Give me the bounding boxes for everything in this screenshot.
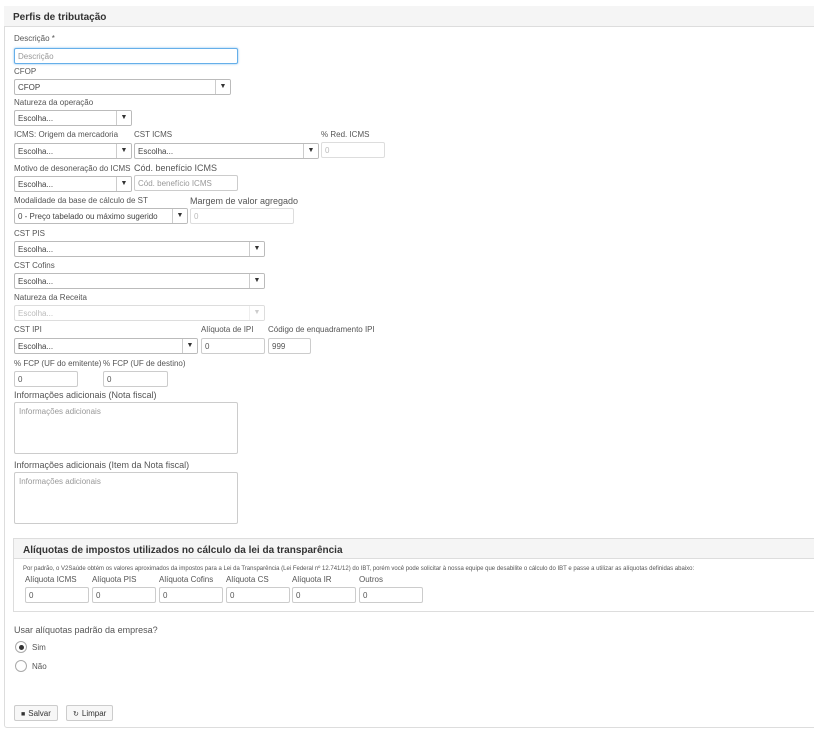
fcp-emitente-input[interactable]: 0 <box>14 371 78 387</box>
floppy-icon: ■ <box>21 711 26 718</box>
caret-down-icon: ▼ <box>249 306 264 320</box>
cst-ipi-select[interactable]: Escolha... ▼ <box>14 338 198 354</box>
icms-origem-label: ICMS: Origem da mercadoria <box>14 130 119 139</box>
clear-button-label: Limpar <box>81 709 107 718</box>
caret-down-icon: ▼ <box>249 274 264 288</box>
icms-origem-select[interactable]: Escolha... ▼ <box>14 143 132 159</box>
info-nota-label: Informações adicionais (Nota fiscal) <box>14 390 157 400</box>
natureza-operacao-value: Escolha... <box>18 114 54 123</box>
aliquota-cofins-label: Alíquota Cofins <box>159 575 214 584</box>
margem-valor-input[interactable]: 0 <box>190 208 294 224</box>
save-button-label: Salvar <box>28 709 51 718</box>
panel-title: Perfis de tributação <box>13 12 107 23</box>
motivo-desoneracao-select[interactable]: Escolha... ▼ <box>14 176 132 192</box>
fcp-destino-input[interactable]: 0 <box>103 371 168 387</box>
icms-origem-value: Escolha... <box>18 147 54 156</box>
aliquota-icms-input[interactable]: 0 <box>25 587 89 603</box>
aliquota-icms-label: Alíquota ICMS <box>25 575 77 584</box>
natureza-operacao-label: Natureza da operação <box>14 98 94 107</box>
caret-down-icon: ▼ <box>303 144 318 158</box>
cod-beneficio-input[interactable]: Cód. benefício ICMS <box>134 175 238 191</box>
aliquota-cofins-input[interactable]: 0 <box>159 587 223 603</box>
aliquotas-padrao-question: Usar alíquotas padrão da empresa? <box>14 625 158 635</box>
cfop-value: CFOP <box>18 83 41 92</box>
transparencia-note: Por padrão, o V2Saúde obtém os valores a… <box>23 566 695 572</box>
refresh-icon: ↻ <box>73 711 79 718</box>
cod-enquadramento-ipi-input[interactable]: 999 <box>268 338 311 354</box>
cst-pis-select[interactable]: Escolha... ▼ <box>14 241 265 257</box>
natureza-operacao-select[interactable]: Escolha... ▼ <box>14 110 132 126</box>
fcp-destino-label: % FCP (UF de destino) <box>103 359 186 368</box>
modalidade-st-select[interactable]: 0 - Preço tabelado ou máximo sugerido ▼ <box>14 208 188 224</box>
info-item-textarea[interactable]: Informações adicionais <box>14 472 238 524</box>
cfop-label: CFOP <box>14 67 37 76</box>
natureza-receita-value: Escolha... <box>18 309 54 318</box>
cod-beneficio-label: Cód. benefício ICMS <box>134 163 218 173</box>
red-icms-input[interactable]: 0 <box>321 142 385 158</box>
aliquota-ir-input[interactable]: 0 <box>292 587 356 603</box>
radio-nao-label: Não <box>32 662 47 671</box>
cst-cofins-label: CST Cofins <box>14 261 55 270</box>
radio-nao[interactable] <box>15 660 27 672</box>
cst-ipi-value: Escolha... <box>18 342 54 351</box>
radio-sim-label: Sim <box>32 643 46 652</box>
caret-down-icon: ▼ <box>215 80 230 94</box>
aliquota-cs-label: Alíquota CS <box>226 575 269 584</box>
aliquota-pis-label: Alíquota PIS <box>92 575 137 584</box>
caret-down-icon: ▼ <box>116 111 131 125</box>
caret-down-icon: ▼ <box>172 209 187 223</box>
caret-down-icon: ▼ <box>116 177 131 191</box>
modalidade-st-label: Modalidade da base de cálculo de ST <box>14 196 148 205</box>
aliquota-pis-input[interactable]: 0 <box>92 587 156 603</box>
transparencia-title: Alíquotas de impostos utilizados no cálc… <box>23 545 343 556</box>
margem-valor-label: Margem de valor agregado <box>190 196 299 206</box>
caret-down-icon: ▼ <box>249 242 264 256</box>
motivo-desoneracao-label: Motivo de desoneração do ICMS <box>14 164 131 173</box>
cst-cofins-select[interactable]: Escolha... ▼ <box>14 273 265 289</box>
motivo-desoneracao-value: Escolha... <box>18 180 54 189</box>
cst-icms-label: CST ICMS <box>134 130 173 139</box>
cst-cofins-value: Escolha... <box>18 277 54 286</box>
descricao-input[interactable]: Descrição <box>14 48 238 64</box>
cst-pis-label: CST PIS <box>14 229 45 238</box>
outros-label: Outros <box>359 575 384 584</box>
natureza-receita-label: Natureza da Receita <box>14 293 87 302</box>
aliquota-ir-label: Alíquota IR <box>292 575 332 584</box>
aliquota-ipi-label: Alíquota de IPI <box>201 325 254 334</box>
fcp-emitente-label: % FCP (UF do emitente) <box>14 359 102 368</box>
cst-icms-value: Escolha... <box>138 147 174 156</box>
info-item-label: Informações adicionais (Item da Nota fis… <box>14 460 190 470</box>
clear-button[interactable]: ↻ Limpar <box>66 705 114 721</box>
caret-down-icon: ▼ <box>116 144 131 158</box>
cst-icms-select[interactable]: Escolha... ▼ <box>134 143 319 159</box>
natureza-receita-select[interactable]: Escolha... ▼ <box>14 305 265 321</box>
red-icms-label: % Red. ICMS <box>321 130 370 139</box>
aliquota-ipi-input[interactable]: 0 <box>201 338 265 354</box>
cst-pis-value: Escolha... <box>18 245 54 254</box>
cod-enquadramento-ipi-label: Código de enquadramento IPI <box>268 325 375 334</box>
cfop-select[interactable]: CFOP ▼ <box>14 79 231 95</box>
panel-header <box>4 6 814 27</box>
info-nota-textarea[interactable]: Informações adicionais <box>14 402 238 454</box>
caret-down-icon: ▼ <box>182 339 197 353</box>
modalidade-st-value: 0 - Preço tabelado ou máximo sugerido <box>18 212 158 221</box>
radio-sim[interactable] <box>15 641 27 653</box>
save-button[interactable]: ■ Salvar <box>14 705 58 721</box>
outros-input[interactable]: 0 <box>359 587 423 603</box>
cst-ipi-label: CST IPI <box>14 325 42 334</box>
descricao-label: Descrição * <box>14 34 55 43</box>
aliquota-cs-input[interactable]: 0 <box>226 587 290 603</box>
